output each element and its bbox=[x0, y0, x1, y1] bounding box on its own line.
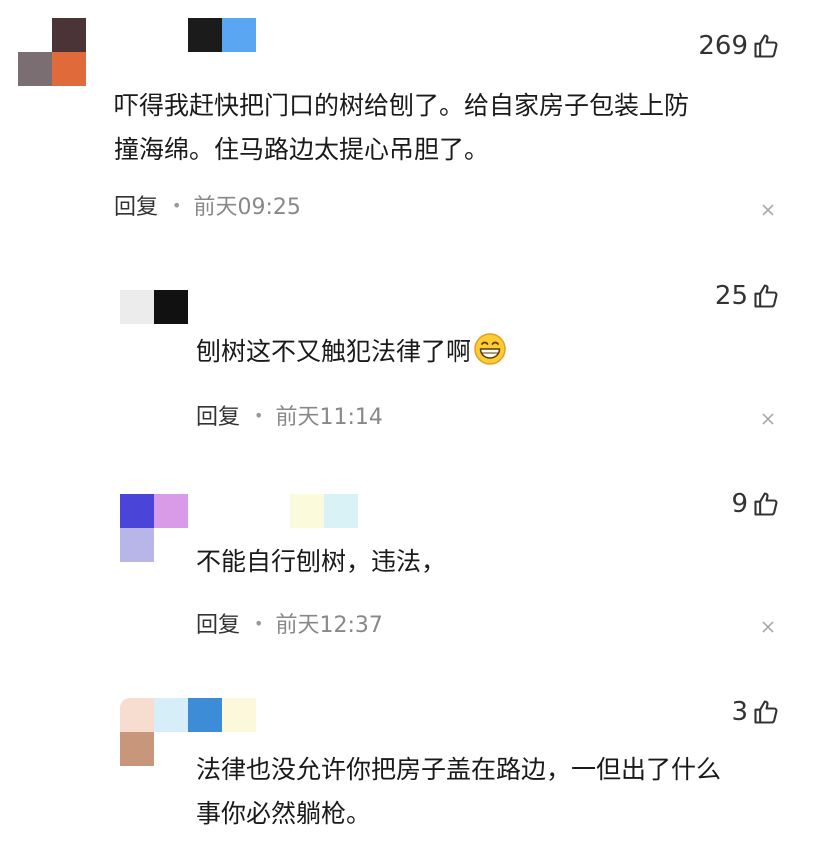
username[interactable] bbox=[188, 18, 256, 52]
like-button[interactable]: 269 bbox=[698, 28, 780, 64]
grinning-face-icon bbox=[474, 333, 506, 365]
like-count: 9 bbox=[731, 489, 748, 519]
close-icon[interactable] bbox=[761, 620, 775, 634]
thumbs-up-icon bbox=[754, 700, 778, 724]
comment-time: 前天11:14 bbox=[275, 405, 383, 430]
comment-meta: 回复 • 前天12:37 bbox=[196, 608, 383, 638]
username[interactable] bbox=[154, 698, 256, 732]
close-icon[interactable] bbox=[761, 203, 775, 217]
like-count: 269 bbox=[698, 31, 748, 61]
like-button[interactable]: 3 bbox=[731, 694, 780, 730]
thumbs-up-icon bbox=[754, 492, 778, 516]
avatar[interactable] bbox=[18, 18, 86, 88]
thumbs-up-icon bbox=[754, 284, 778, 308]
comment-meta: 回复 • 前天11:14 bbox=[196, 400, 383, 430]
comment-meta: 回复 • 前天09:25 bbox=[114, 190, 301, 220]
reply-button[interactable]: 回复 bbox=[114, 189, 158, 221]
avatar[interactable] bbox=[120, 494, 188, 562]
comment-time: 前天12:37 bbox=[275, 613, 383, 638]
like-count: 25 bbox=[714, 281, 748, 311]
like-count: 3 bbox=[731, 697, 748, 727]
reply-button[interactable]: 回复 bbox=[196, 607, 240, 639]
thumbs-up-icon bbox=[754, 34, 778, 58]
like-button[interactable]: 9 bbox=[731, 486, 780, 522]
comment-text: 吓得我赶快把门口的树给刨了。给自家房子包装上防 撞海绵。住马路边太提心吊胆了。 bbox=[114, 91, 690, 164]
close-icon[interactable] bbox=[761, 412, 775, 426]
comment-time: 前天09:25 bbox=[193, 195, 301, 220]
comment-text: 不能自行刨树，违法， bbox=[196, 547, 447, 576]
like-button[interactable]: 25 bbox=[715, 278, 780, 314]
reply-button[interactable]: 回复 bbox=[196, 399, 240, 431]
comment-text: 法律也没允许你把房子盖在路边，一但出了什么 事你必然躺枪。 bbox=[196, 755, 722, 828]
comment-text: 刨树这不又触犯法律了啊 bbox=[196, 330, 507, 374]
avatar[interactable] bbox=[120, 290, 188, 324]
username[interactable] bbox=[290, 494, 358, 528]
